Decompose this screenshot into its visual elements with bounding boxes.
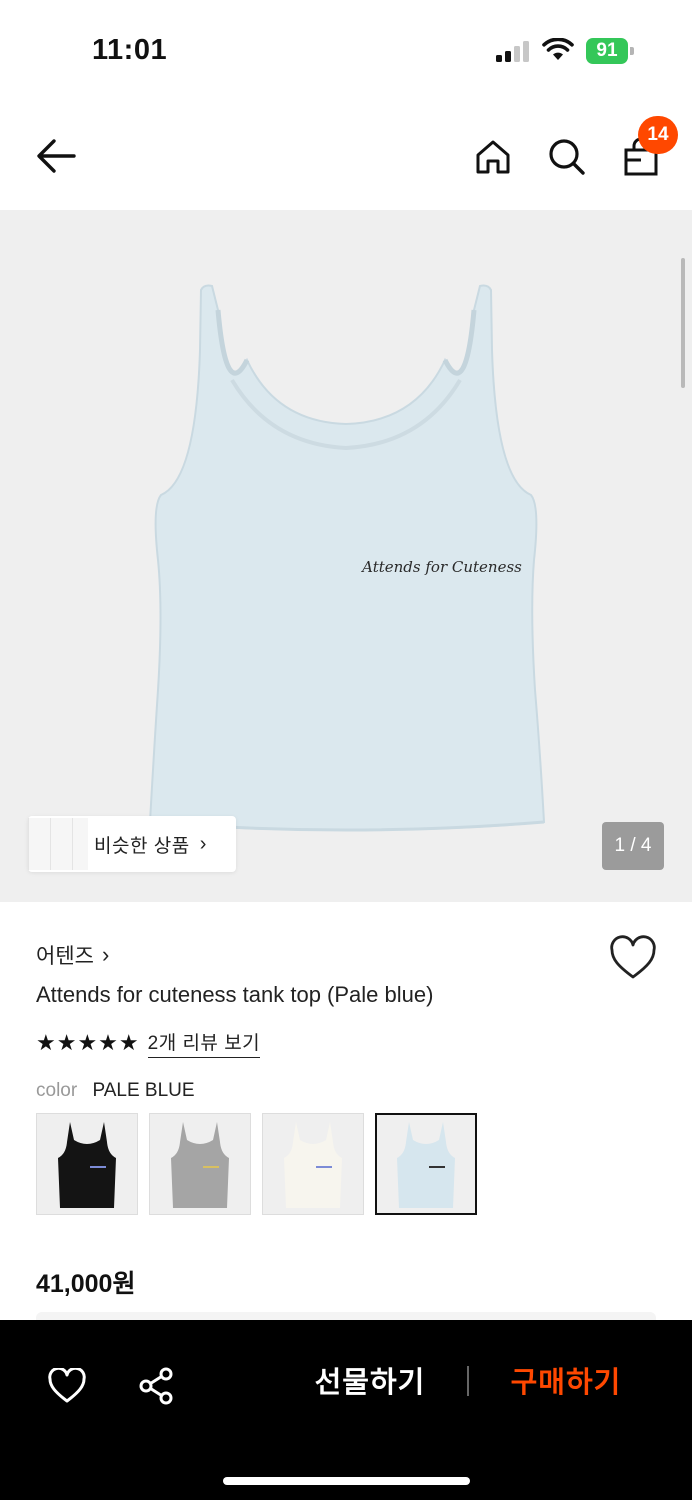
similar-products-label: 비슷한 상품: [94, 835, 190, 857]
brand-name: 어텐즈: [36, 945, 94, 968]
home-indicator[interactable]: [223, 1477, 470, 1485]
buy-button[interactable]: 구매하기: [496, 1358, 636, 1408]
gallery-scrollbar: [681, 258, 685, 388]
similar-products-button[interactable]: 비슷한 상품 ›: [28, 816, 236, 872]
wifi-icon: [542, 38, 574, 60]
search-icon: [549, 139, 585, 175]
like-button[interactable]: [43, 1362, 91, 1410]
arrow-left-icon: [37, 139, 76, 173]
share-icon: [139, 1367, 173, 1405]
review-link[interactable]: 2개 리뷰 보기: [147, 1028, 261, 1058]
swatch-grey-image: [171, 1122, 229, 1208]
status-bar: 11:01 91: [0, 0, 692, 100]
product-price: 41,000원: [36, 1270, 136, 1298]
chevron-right-icon: ›: [199, 832, 207, 855]
home-button[interactable]: [469, 133, 517, 181]
cart-count-badge: 14: [638, 116, 678, 154]
back-button[interactable]: [32, 132, 80, 180]
product-image-gallery[interactable]: Attends for Cuteness 비슷한 상품 › 1 / 4: [0, 210, 692, 902]
heart-icon: [610, 935, 656, 979]
product-title: Attends for cuteness tank top (Pale blue…: [36, 982, 434, 1007]
color-value: PALE BLUE: [92, 1080, 195, 1101]
status-time: 11:01: [92, 34, 168, 66]
gift-button[interactable]: 선물하기: [300, 1358, 440, 1408]
swatch-black[interactable]: [36, 1113, 138, 1215]
chevron-right-icon: ›: [101, 942, 110, 967]
bottom-action-bar: 선물하기 구매하기: [0, 1320, 692, 1500]
image-page-indicator: 1 / 4: [602, 822, 664, 870]
color-row: color PALE BLUE: [36, 1080, 195, 1102]
cellular-signal-icon: [496, 41, 529, 62]
similar-thumbnails: [28, 816, 88, 872]
top-nav: [0, 100, 692, 210]
swatch-grey[interactable]: [149, 1113, 251, 1215]
rating-row: ★★★★★ 2개 리뷰 보기: [36, 1028, 261, 1058]
color-swatches: [36, 1113, 477, 1215]
swatch-pale-blue-image: [397, 1122, 455, 1208]
swatch-ivory[interactable]: [262, 1113, 364, 1215]
wishlist-button[interactable]: [608, 934, 658, 982]
share-button[interactable]: [133, 1362, 181, 1410]
search-button[interactable]: [543, 133, 591, 181]
swatch-pale-blue[interactable]: [375, 1113, 477, 1215]
print-text: Attends for Cuteness: [360, 558, 522, 576]
color-label: color: [36, 1080, 78, 1101]
heart-icon: [48, 1368, 86, 1403]
star-rating-icon: ★★★★★: [36, 1030, 140, 1055]
battery-icon: 91: [586, 38, 634, 64]
battery-level: 91: [586, 38, 628, 64]
home-icon: [476, 140, 510, 174]
swatch-black-image: [58, 1122, 116, 1208]
swatch-ivory-image: [284, 1122, 342, 1208]
brand-link[interactable]: 어텐즈 ›: [36, 940, 109, 970]
product-image: Attends for Cuteness: [148, 284, 546, 832]
divider: [467, 1366, 469, 1396]
